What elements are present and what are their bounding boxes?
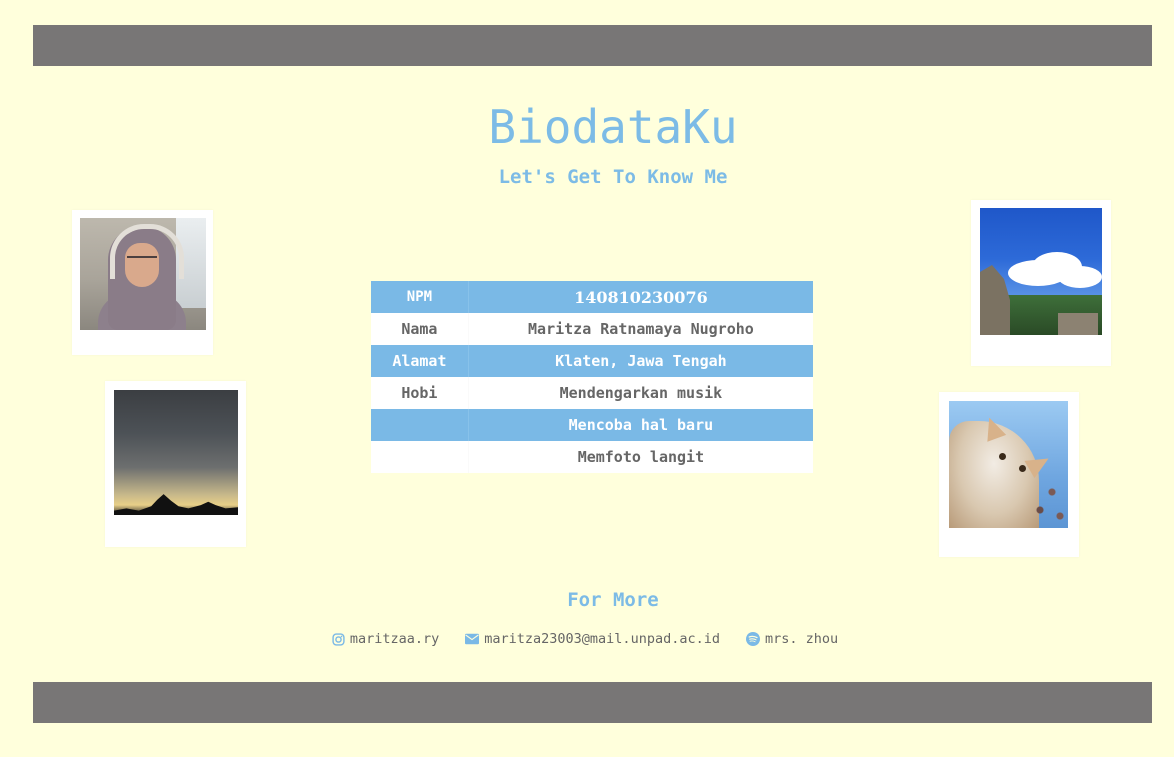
row-value: 140810230076: [468, 281, 813, 313]
polaroid-selfie: [72, 210, 213, 355]
envelope-icon: [465, 633, 480, 645]
polaroid-cloudy-sky: [105, 381, 246, 547]
instagram-link[interactable]: maritzaa.ry: [332, 631, 439, 647]
blue-sky-photo: [980, 208, 1102, 335]
table-row: Nama Maritza Ratnamaya Nugroho: [371, 313, 813, 345]
row-label: Hobi: [371, 377, 469, 409]
cat-photo: [949, 401, 1068, 528]
page-subtitle: Let's Get To Know Me: [498, 166, 728, 188]
for-more-heading: For More: [567, 589, 659, 611]
row-label: Nama: [371, 313, 469, 345]
polaroid-blue-sky: [971, 200, 1111, 366]
spotify-username: mrs. zhou: [764, 631, 839, 647]
row-label: Alamat: [371, 345, 469, 377]
email-link[interactable]: maritza23003@mail.unpad.ac.id: [465, 631, 720, 647]
row-value: Mencoba hal baru: [468, 409, 813, 441]
table-row: Hobi Mendengarkan musik: [371, 377, 813, 409]
contact-links: maritzaa.ry maritza23003@mail.unpad.ac.i…: [0, 631, 1170, 647]
bottom-bar: [33, 682, 1152, 723]
table-row: Mencoba hal baru: [371, 409, 813, 441]
table-row: NPM 140810230076: [371, 281, 813, 313]
cloudy-sky-photo: [114, 390, 238, 515]
row-value: Memfoto langit: [468, 441, 813, 473]
polaroid-cat: [939, 392, 1079, 557]
row-value: Maritza Ratnamaya Nugroho: [468, 313, 813, 345]
biodata-table: NPM 140810230076 Nama Maritza Ratnamaya …: [371, 281, 813, 473]
instagram-icon: [332, 632, 345, 646]
table-row: Alamat Klaten, Jawa Tengah: [371, 345, 813, 377]
row-label: [371, 409, 469, 441]
spotify-link[interactable]: mrs. zhou: [745, 631, 839, 647]
selfie-photo: [80, 218, 206, 330]
page-title: BiodataKu: [488, 100, 738, 154]
spotify-icon: [745, 632, 760, 646]
row-label: [371, 441, 469, 473]
table-row: Memfoto langit: [371, 441, 813, 473]
row-value: Klaten, Jawa Tengah: [468, 345, 813, 377]
row-value: Mendengarkan musik: [468, 377, 813, 409]
email-address: maritza23003@mail.unpad.ac.id: [484, 631, 720, 647]
instagram-handle: maritzaa.ry: [349, 631, 440, 647]
top-bar: [33, 25, 1152, 66]
row-label: NPM: [371, 281, 469, 313]
